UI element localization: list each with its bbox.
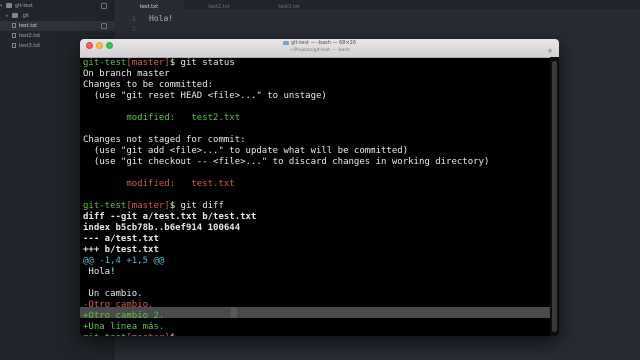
terminal-window: git-test — -bash — 68×26 ~/Projects/git-…: [80, 39, 559, 336]
terminal-output-line: Changes not staged for commit:: [83, 135, 246, 145]
code-line: Hola!: [149, 14, 174, 23]
prompt-command: $ git status: [169, 58, 235, 68]
tree-item-label: test.txt: [19, 23, 38, 29]
tab-title: ~/Projects/git-test — -bash: [289, 48, 350, 53]
prompt-directory: git-test: [83, 58, 127, 68]
prompt-command: $: [170, 333, 175, 336]
terminal-output-line: (use "git add <file>..." to update what …: [83, 146, 409, 156]
window-title-text: git-test — -bash — 68×26: [290, 40, 357, 46]
prompt-directory: git-test: [83, 333, 126, 336]
line-number: 2: [131, 25, 136, 33]
tree-item-project-root[interactable]: ▾ git-test: [0, 1, 113, 11]
tree-item-label: git-test: [15, 3, 33, 9]
terminal-output-line: index b5cb78b..b6ef914 100644: [83, 223, 241, 233]
new-tab-button[interactable]: +: [547, 47, 553, 55]
terminal-output-line: --- a/test.txt: [83, 234, 159, 244]
terminal-output[interactable]: git-test[master]$ git status On branch ma…: [80, 57, 550, 336]
line-number: 1: [131, 15, 136, 23]
terminal-output-line: modified: test.txt: [83, 179, 235, 189]
tree-item-label: test3.txt: [19, 43, 41, 49]
terminal-prompt-line: git-test[master]$ git status: [83, 58, 235, 69]
terminal-output-line: +Una línea más.: [83, 322, 165, 332]
terminal-output-line: modified: test2.txt: [83, 113, 241, 123]
prompt-branch: master: [132, 333, 165, 336]
folder-icon: [6, 3, 12, 8]
prompt-command: $ git diff: [169, 201, 224, 211]
selection-cursor: [231, 307, 237, 318]
terminal-output-line: @@ -1,4 +1,5 @@: [83, 256, 165, 266]
terminal-output-line: diff --git a/test.txt b/test.txt: [83, 212, 257, 222]
prompt-branch: master: [131, 58, 165, 68]
terminal-output-line: Un cambio.: [83, 289, 143, 299]
scrollbar-thumb[interactable]: [552, 61, 557, 332]
file-icon: [12, 23, 16, 28]
file-icon: [12, 33, 16, 38]
terminal-scrollbar[interactable]: [550, 57, 559, 336]
prompt-directory: git-test: [83, 201, 127, 211]
terminal-output-line: (use "git reset HEAD <file>..." to unsta…: [83, 91, 327, 101]
terminal-output-line: Hola!: [83, 267, 116, 277]
prompt-branch: master: [131, 201, 165, 211]
tree-item-label: .git: [21, 13, 30, 19]
sidebar-action-icon[interactable]: [101, 23, 107, 29]
terminal-output-line: +++ b/test.txt: [83, 245, 159, 255]
file-icon: [12, 43, 16, 48]
terminal-output-line: Changes to be committed:: [83, 80, 214, 90]
terminal-output-line: On branch master: [83, 69, 170, 79]
terminal-output-line: +Otro cambio 2.: [83, 311, 165, 321]
terminal-output-line: (use "git checkout -- <file>..." to disc…: [83, 157, 490, 167]
terminal-output-line: -Otro cambio.: [83, 300, 154, 310]
tree-item-label: test2.txt: [19, 33, 41, 39]
sidebar-action-icon[interactable]: [101, 3, 107, 9]
terminal-prompt-line: git-test[master]$ git diff: [83, 201, 224, 212]
tree-item-git-folder[interactable]: ▸ .git: [0, 11, 119, 21]
terminal-titlebar[interactable]: git-test — -bash — 68×26 ~/Projects/git-…: [80, 39, 559, 58]
folder-icon: [282, 40, 289, 45]
terminal-prompt-line: git-test[master]$: [83, 333, 175, 336]
window-title: git-test — -bash — 68×26: [80, 40, 559, 47]
folder-icon: [12, 13, 18, 18]
